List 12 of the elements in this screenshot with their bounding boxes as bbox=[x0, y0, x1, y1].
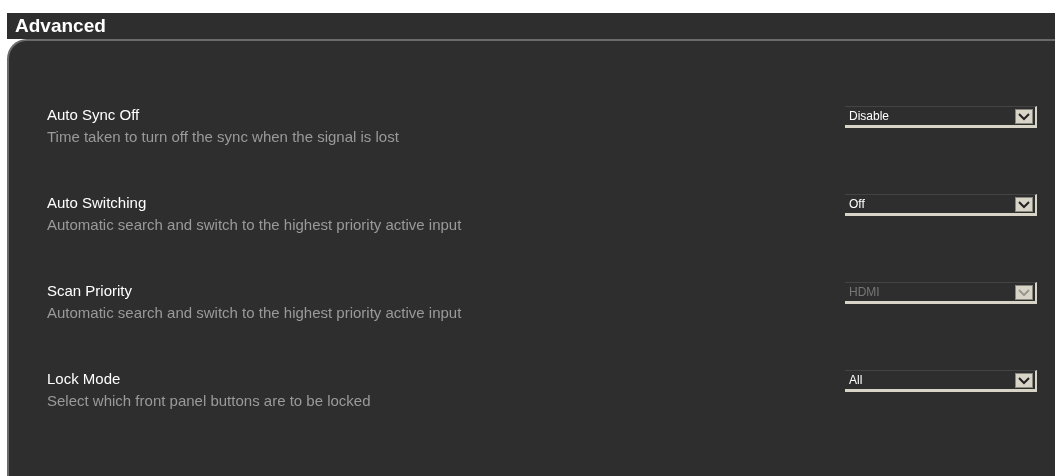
dropdown[interactable]: Disable bbox=[845, 106, 1037, 128]
setting-name: Lock Mode bbox=[47, 370, 122, 387]
section-title: Advanced bbox=[15, 15, 106, 37]
dropdown[interactable]: All bbox=[845, 370, 1037, 392]
setting-name: Auto Sync Off bbox=[47, 106, 141, 123]
setting-name: Auto Switching bbox=[47, 194, 148, 211]
setting-description: Automatic search and switch to the highest priority active input bbox=[47, 216, 462, 233]
dropdown[interactable]: Off bbox=[845, 194, 1037, 216]
setting-name: Scan Priority bbox=[47, 282, 134, 299]
setting-description: Select which front panel buttons are to be locked bbox=[47, 392, 371, 409]
setting-description: Automatic search and switch to the highest priority active input bbox=[47, 304, 462, 321]
setting-description: Time taken to turn off the sync when the signal is lost bbox=[47, 128, 399, 145]
